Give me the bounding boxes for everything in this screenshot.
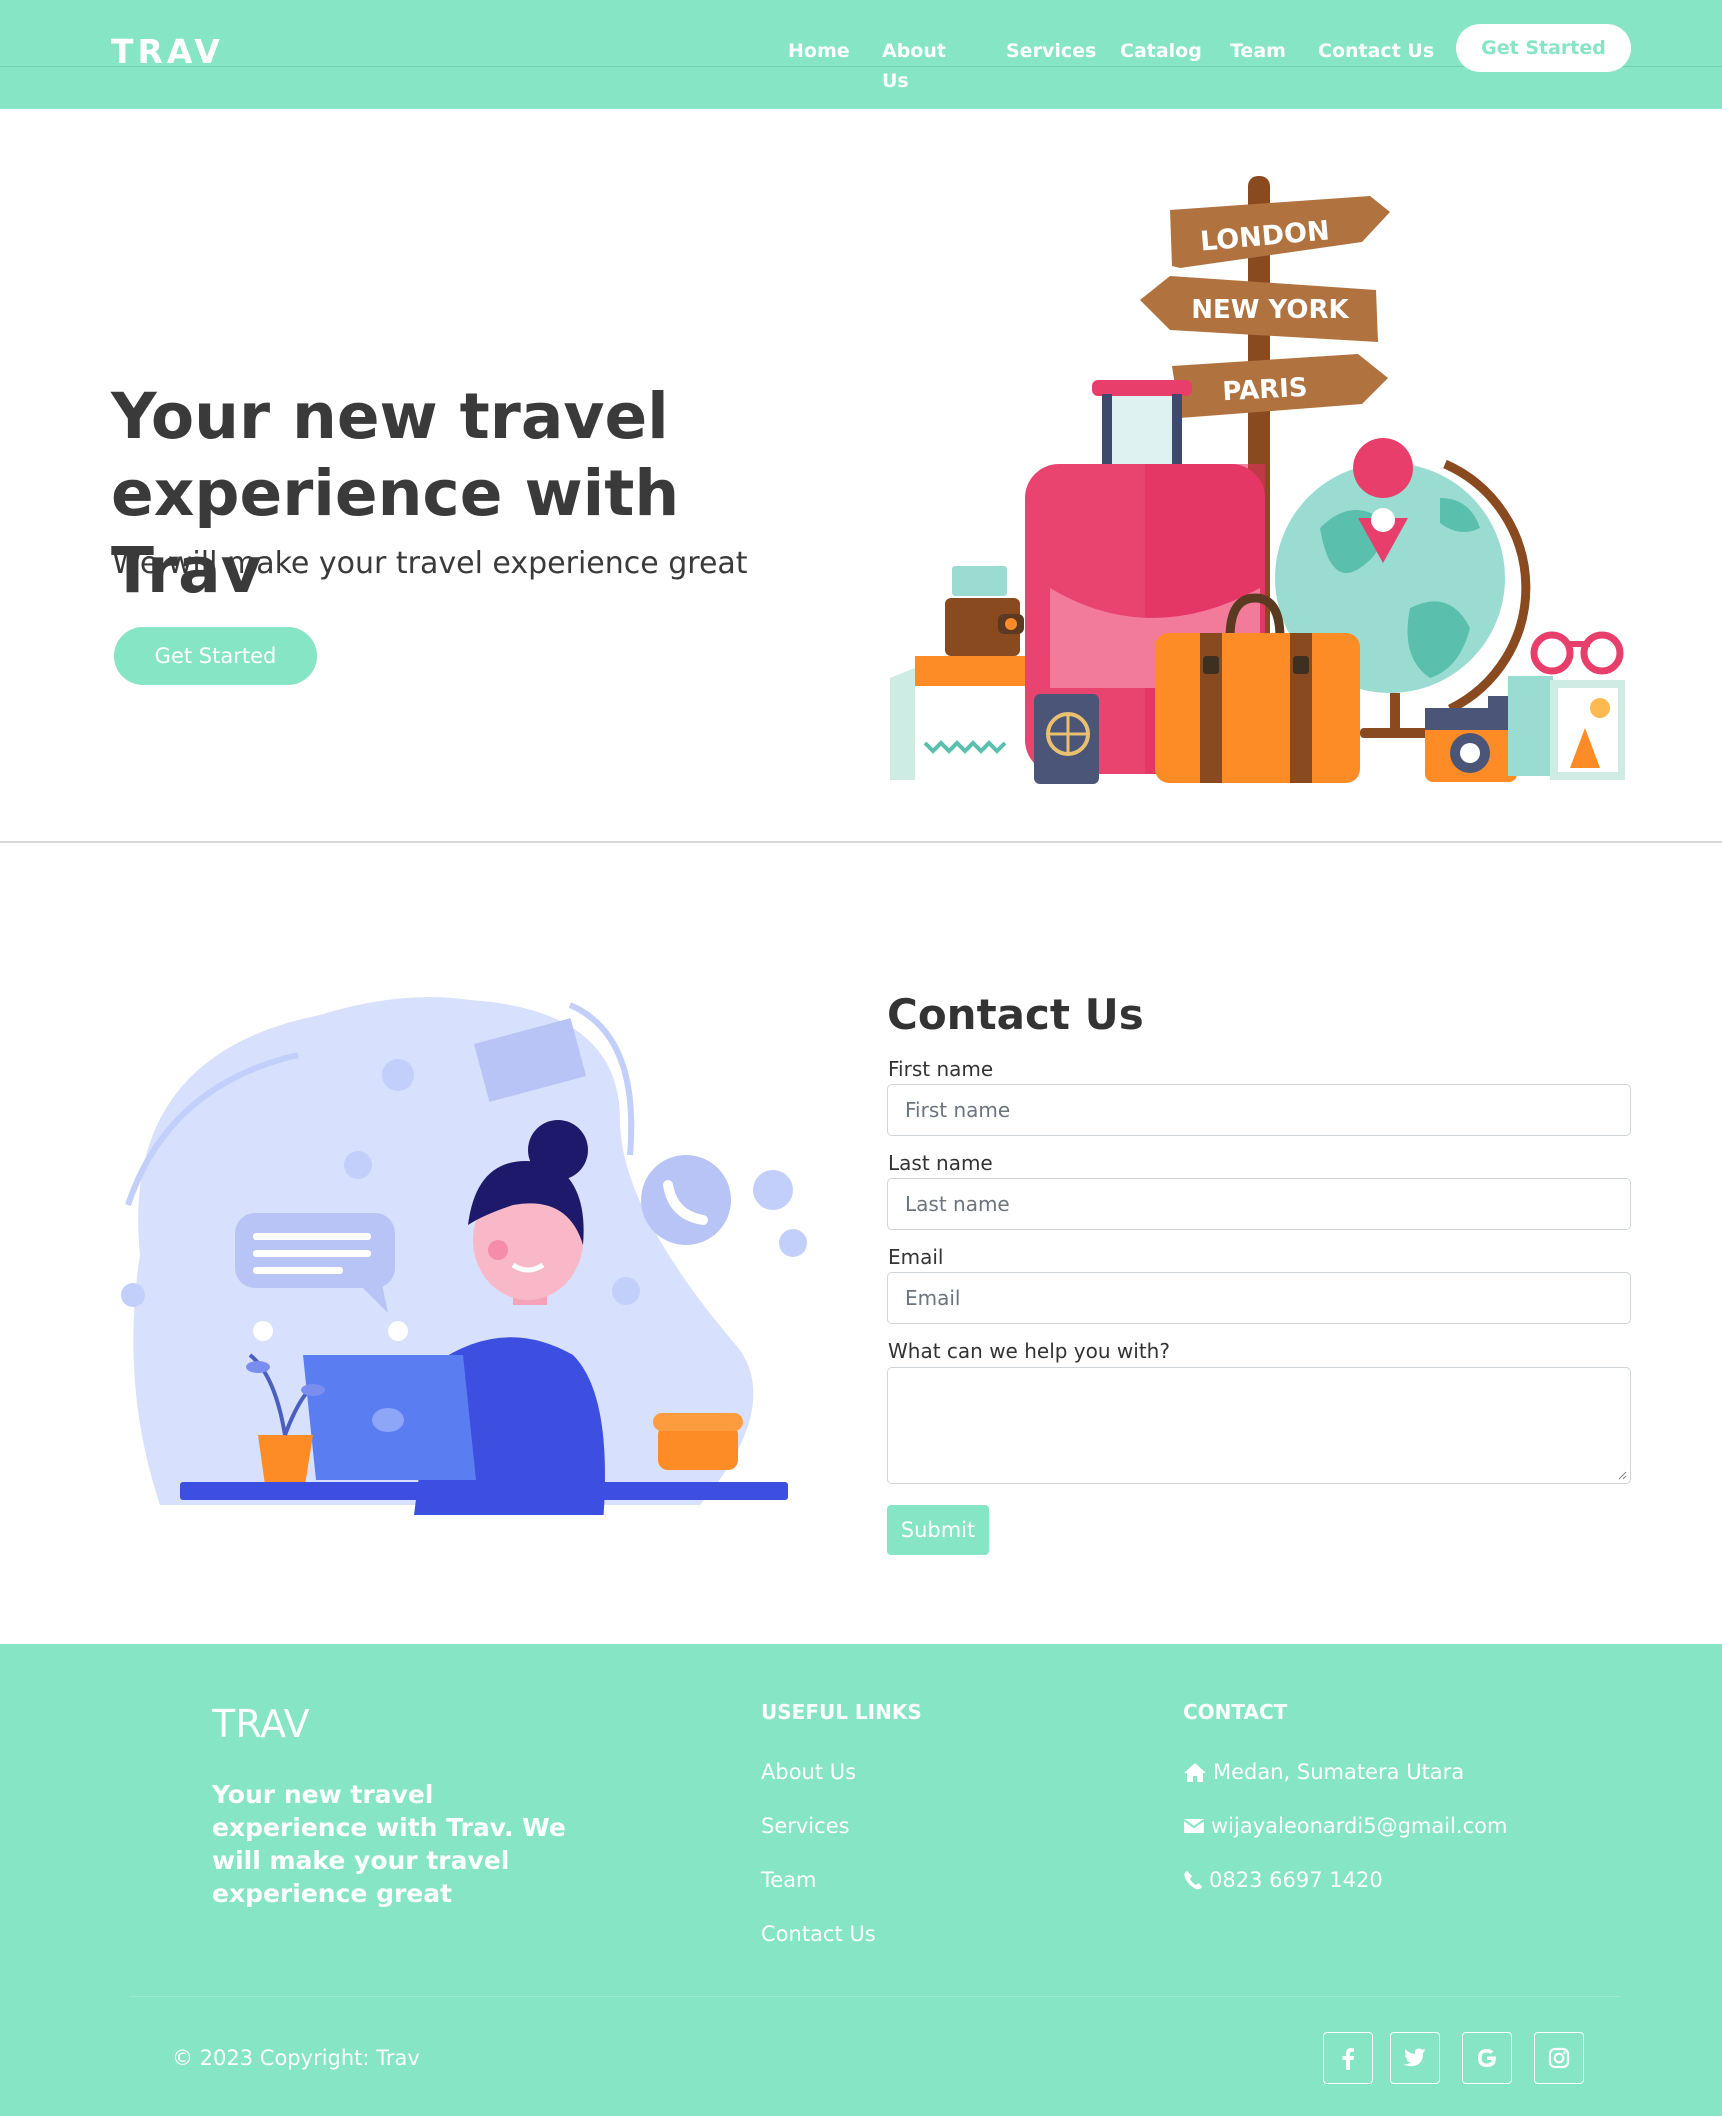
nav-home[interactable]: Home <box>788 36 850 66</box>
travel-illustration: LONDON NEW YORK PARIS <box>890 176 1625 784</box>
useful-links-heading: USEFUL LINKS <box>761 1700 922 1724</box>
section-divider <box>0 841 1722 843</box>
google-icon <box>1478 2049 1496 2067</box>
google-button[interactable] <box>1462 2032 1512 2084</box>
footer-address-text: Medan, Sumatera Utara <box>1213 1760 1465 1784</box>
nav-team[interactable]: Team <box>1230 36 1286 66</box>
footer-link-about-us[interactable]: About Us <box>761 1760 856 1784</box>
brand-logo[interactable]: TRAV <box>111 32 224 71</box>
message-textarea[interactable] <box>887 1367 1631 1484</box>
nav-contact-us[interactable]: Contact Us <box>1318 36 1434 66</box>
sign-paris-label: PARIS <box>1222 373 1309 407</box>
twitter-icon <box>1403 2048 1426 2067</box>
email-label: Email <box>888 1245 944 1269</box>
sign-london: LONDON <box>1170 196 1390 268</box>
footer-link-team[interactable]: Team <box>761 1868 817 1892</box>
facebook-icon <box>1342 2048 1354 2070</box>
footer-link-services[interactable]: Services <box>761 1814 850 1838</box>
footer-divider <box>130 1996 1620 1997</box>
instagram-icon <box>1548 2047 1570 2069</box>
home-icon <box>1184 1763 1206 1782</box>
get-started-nav-button[interactable]: Get Started <box>1456 24 1631 72</box>
nav-about-us[interactable]: About Us <box>882 36 946 96</box>
contact-illustration <box>121 997 807 1515</box>
footer-brand: TRAV <box>212 1702 310 1746</box>
first-name-label: First name <box>888 1057 994 1081</box>
footer-email-text[interactable]: wijayaleonardi5@gmail.com <box>1211 1814 1507 1838</box>
sign-new-york-label: NEW YORK <box>1191 295 1349 325</box>
resize-handle-icon[interactable] <box>1617 1470 1627 1480</box>
facebook-button[interactable] <box>1323 2032 1373 2084</box>
hero-subtitle: We will make your travel experience grea… <box>112 546 748 581</box>
footer: TRAV Your new travel experience with Tra… <box>0 1644 1722 2116</box>
contact-heading: CONTACT <box>1183 1700 1288 1724</box>
navbar: TRAV Home About Us Services Catalog Team… <box>0 0 1722 109</box>
footer-phone: 0823 6697 1420 <box>1183 1868 1383 1892</box>
email-input[interactable]: Email <box>887 1272 1631 1324</box>
footer-tagline: Your new travel experience with Trav. We… <box>212 1780 566 1908</box>
last-name-label: Last name <box>888 1151 993 1175</box>
twitter-button[interactable] <box>1390 2032 1440 2084</box>
nav-catalog[interactable]: Catalog <box>1120 36 1202 66</box>
footer-phone-text: 0823 6697 1420 <box>1209 1868 1383 1892</box>
footer-address: Medan, Sumatera Utara <box>1183 1760 1464 1784</box>
instagram-button[interactable] <box>1534 2032 1584 2084</box>
sign-new-york: NEW YORK <box>1140 276 1378 342</box>
first-name-input[interactable]: First name <box>887 1084 1631 1136</box>
message-label: What can we help you with? <box>888 1339 1170 1363</box>
footer-email: wijayaleonardi5@gmail.com <box>1183 1814 1507 1838</box>
contact-title: Contact Us <box>887 990 1144 1039</box>
copyright-text: © 2023 Copyright: Trav <box>172 2046 420 2070</box>
footer-link-contact-us[interactable]: Contact Us <box>761 1922 876 1946</box>
submit-button[interactable]: Submit <box>887 1505 989 1555</box>
last-name-input[interactable]: Last name <box>887 1178 1631 1230</box>
get-started-hero-button[interactable]: Get Started <box>114 627 317 685</box>
envelope-icon <box>1183 1819 1205 1833</box>
nav-services[interactable]: Services <box>1006 36 1096 66</box>
sign-paris: PARIS <box>1172 354 1388 418</box>
phone-icon <box>1184 1871 1202 1890</box>
